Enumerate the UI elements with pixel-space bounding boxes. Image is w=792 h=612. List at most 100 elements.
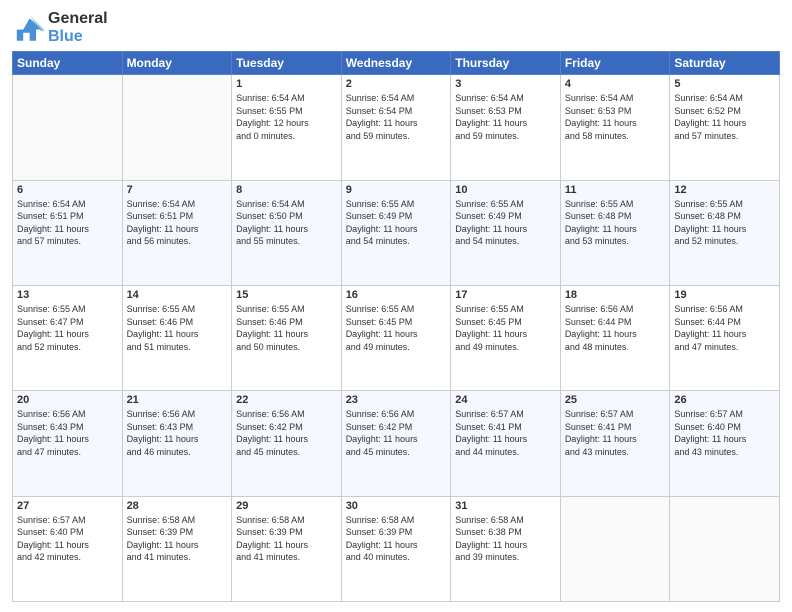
day-info: Sunrise: 6:56 AM Sunset: 6:42 PM Dayligh… xyxy=(346,408,447,458)
day-number: 15 xyxy=(236,289,337,301)
day-info: Sunrise: 6:55 AM Sunset: 6:48 PM Dayligh… xyxy=(674,198,775,248)
day-info: Sunrise: 6:57 AM Sunset: 6:41 PM Dayligh… xyxy=(565,408,666,458)
day-number: 14 xyxy=(127,289,228,301)
calendar-cell: 27 Sunrise: 6:57 AM Sunset: 6:40 PM Dayli… xyxy=(13,496,123,601)
day-info: Sunrise: 6:56 AM Sunset: 6:43 PM Dayligh… xyxy=(17,408,118,458)
day-number: 12 xyxy=(674,184,775,196)
logo-line2: Blue xyxy=(48,28,108,46)
calendar-week-row: 20 Sunrise: 6:56 AM Sunset: 6:43 PM Dayli… xyxy=(13,391,780,496)
calendar-cell: 20 Sunrise: 6:56 AM Sunset: 6:43 PM Dayli… xyxy=(13,391,123,496)
calendar-table: SundayMondayTuesdayWednesdayThursdayFrid… xyxy=(12,51,780,602)
logo-text: General Blue xyxy=(48,10,108,45)
day-info: Sunrise: 6:57 AM Sunset: 6:40 PM Dayligh… xyxy=(674,408,775,458)
weekday-header: Monday xyxy=(122,52,232,75)
day-info: Sunrise: 6:54 AM Sunset: 6:51 PM Dayligh… xyxy=(17,198,118,248)
weekday-header: Saturday xyxy=(670,52,780,75)
calendar-cell: 25 Sunrise: 6:57 AM Sunset: 6:41 PM Dayli… xyxy=(560,391,670,496)
calendar-cell: 31 Sunrise: 6:58 AM Sunset: 6:38 PM Dayli… xyxy=(451,496,561,601)
day-number: 19 xyxy=(674,289,775,301)
calendar-cell: 8 Sunrise: 6:54 AM Sunset: 6:50 PM Daylig… xyxy=(232,180,342,285)
calendar-cell: 9 Sunrise: 6:55 AM Sunset: 6:49 PM Daylig… xyxy=(341,180,451,285)
calendar-cell: 3Sunrise: 6:54 AM Sunset: 6:53 PM Daylig… xyxy=(451,75,561,180)
day-info: Sunrise: 6:55 AM Sunset: 6:45 PM Dayligh… xyxy=(346,303,447,353)
calendar-cell: 6 Sunrise: 6:54 AM Sunset: 6:51 PM Daylig… xyxy=(13,180,123,285)
day-info: Sunrise: 6:55 AM Sunset: 6:49 PM Dayligh… xyxy=(455,198,556,248)
page: General Blue SundayMondayTuesdayWednesda… xyxy=(0,0,792,612)
weekday-header: Thursday xyxy=(451,52,561,75)
day-number: 10 xyxy=(455,184,556,196)
day-number: 6 xyxy=(17,184,118,196)
calendar-cell xyxy=(13,75,123,180)
calendar-cell xyxy=(560,496,670,601)
calendar-cell: 24 Sunrise: 6:57 AM Sunset: 6:41 PM Dayli… xyxy=(451,391,561,496)
day-number: 21 xyxy=(127,394,228,406)
day-info: Sunrise: 6:54 AM Sunset: 6:50 PM Dayligh… xyxy=(236,198,337,248)
day-number: 28 xyxy=(127,500,228,512)
calendar-cell xyxy=(670,496,780,601)
day-number: 2 xyxy=(346,78,447,90)
calendar-cell: 14 Sunrise: 6:55 AM Sunset: 6:46 PM Dayli… xyxy=(122,285,232,390)
day-number: 27 xyxy=(17,500,118,512)
day-number: 4 xyxy=(565,78,666,90)
calendar-cell: 5 Sunrise: 6:54 AM Sunset: 6:52 PM Daylig… xyxy=(670,75,780,180)
calendar-cell: 30Sunrise: 6:58 AM Sunset: 6:39 PM Dayli… xyxy=(341,496,451,601)
day-info: Sunrise: 6:54 AM Sunset: 6:52 PM Dayligh… xyxy=(674,92,775,142)
calendar-week-row: 13 Sunrise: 6:55 AM Sunset: 6:47 PM Dayli… xyxy=(13,285,780,390)
day-info: Sunrise: 6:54 AM Sunset: 6:54 PM Dayligh… xyxy=(346,92,447,142)
calendar-cell: 16Sunrise: 6:55 AM Sunset: 6:45 PM Dayli… xyxy=(341,285,451,390)
day-info: Sunrise: 6:56 AM Sunset: 6:43 PM Dayligh… xyxy=(127,408,228,458)
day-info: Sunrise: 6:54 AM Sunset: 6:55 PM Dayligh… xyxy=(236,92,337,142)
day-number: 23 xyxy=(346,394,447,406)
header: General Blue xyxy=(12,10,780,45)
calendar-cell: 21 Sunrise: 6:56 AM Sunset: 6:43 PM Dayli… xyxy=(122,391,232,496)
calendar-cell: 11Sunrise: 6:55 AM Sunset: 6:48 PM Dayli… xyxy=(560,180,670,285)
day-info: Sunrise: 6:57 AM Sunset: 6:41 PM Dayligh… xyxy=(455,408,556,458)
day-number: 24 xyxy=(455,394,556,406)
calendar-cell: 15 Sunrise: 6:55 AM Sunset: 6:46 PM Dayli… xyxy=(232,285,342,390)
day-number: 7 xyxy=(127,184,228,196)
day-info: Sunrise: 6:55 AM Sunset: 6:46 PM Dayligh… xyxy=(127,303,228,353)
day-number: 13 xyxy=(17,289,118,301)
day-number: 8 xyxy=(236,184,337,196)
day-info: Sunrise: 6:58 AM Sunset: 6:38 PM Dayligh… xyxy=(455,514,556,564)
calendar-cell xyxy=(122,75,232,180)
day-number: 11 xyxy=(565,184,666,196)
calendar-cell: 17 Sunrise: 6:55 AM Sunset: 6:45 PM Dayli… xyxy=(451,285,561,390)
day-number: 31 xyxy=(455,500,556,512)
weekday-header: Wednesday xyxy=(341,52,451,75)
day-info: Sunrise: 6:54 AM Sunset: 6:53 PM Dayligh… xyxy=(565,92,666,142)
calendar-cell: 13 Sunrise: 6:55 AM Sunset: 6:47 PM Dayli… xyxy=(13,285,123,390)
day-number: 17 xyxy=(455,289,556,301)
calendar-header-row: SundayMondayTuesdayWednesdayThursdayFrid… xyxy=(13,52,780,75)
calendar-cell: 29 Sunrise: 6:58 AM Sunset: 6:39 PM Dayli… xyxy=(232,496,342,601)
day-info: Sunrise: 6:54 AM Sunset: 6:53 PM Dayligh… xyxy=(455,92,556,142)
logo-line1: General xyxy=(48,10,108,28)
day-number: 18 xyxy=(565,289,666,301)
day-info: Sunrise: 6:55 AM Sunset: 6:45 PM Dayligh… xyxy=(455,303,556,353)
calendar-week-row: 27 Sunrise: 6:57 AM Sunset: 6:40 PM Dayli… xyxy=(13,496,780,601)
day-number: 29 xyxy=(236,500,337,512)
weekday-header: Sunday xyxy=(13,52,123,75)
day-info: Sunrise: 6:55 AM Sunset: 6:46 PM Dayligh… xyxy=(236,303,337,353)
day-info: Sunrise: 6:58 AM Sunset: 6:39 PM Dayligh… xyxy=(236,514,337,564)
calendar-cell: 18 Sunrise: 6:56 AM Sunset: 6:44 PM Dayli… xyxy=(560,285,670,390)
calendar-cell: 26Sunrise: 6:57 AM Sunset: 6:40 PM Dayli… xyxy=(670,391,780,496)
calendar-cell: 7 Sunrise: 6:54 AM Sunset: 6:51 PM Daylig… xyxy=(122,180,232,285)
weekday-header: Tuesday xyxy=(232,52,342,75)
day-number: 20 xyxy=(17,394,118,406)
day-info: Sunrise: 6:55 AM Sunset: 6:47 PM Dayligh… xyxy=(17,303,118,353)
calendar-week-row: 6 Sunrise: 6:54 AM Sunset: 6:51 PM Daylig… xyxy=(13,180,780,285)
day-number: 25 xyxy=(565,394,666,406)
calendar-cell: 4 Sunrise: 6:54 AM Sunset: 6:53 PM Daylig… xyxy=(560,75,670,180)
day-number: 22 xyxy=(236,394,337,406)
day-info: Sunrise: 6:58 AM Sunset: 6:39 PM Dayligh… xyxy=(346,514,447,564)
day-number: 5 xyxy=(674,78,775,90)
day-info: Sunrise: 6:57 AM Sunset: 6:40 PM Dayligh… xyxy=(17,514,118,564)
calendar-week-row: 1Sunrise: 6:54 AM Sunset: 6:55 PM Daylig… xyxy=(13,75,780,180)
day-info: Sunrise: 6:54 AM Sunset: 6:51 PM Dayligh… xyxy=(127,198,228,248)
day-info: Sunrise: 6:55 AM Sunset: 6:49 PM Dayligh… xyxy=(346,198,447,248)
day-number: 9 xyxy=(346,184,447,196)
day-info: Sunrise: 6:56 AM Sunset: 6:44 PM Dayligh… xyxy=(565,303,666,353)
day-info: Sunrise: 6:58 AM Sunset: 6:39 PM Dayligh… xyxy=(127,514,228,564)
calendar-cell: 19Sunrise: 6:56 AM Sunset: 6:44 PM Dayli… xyxy=(670,285,780,390)
